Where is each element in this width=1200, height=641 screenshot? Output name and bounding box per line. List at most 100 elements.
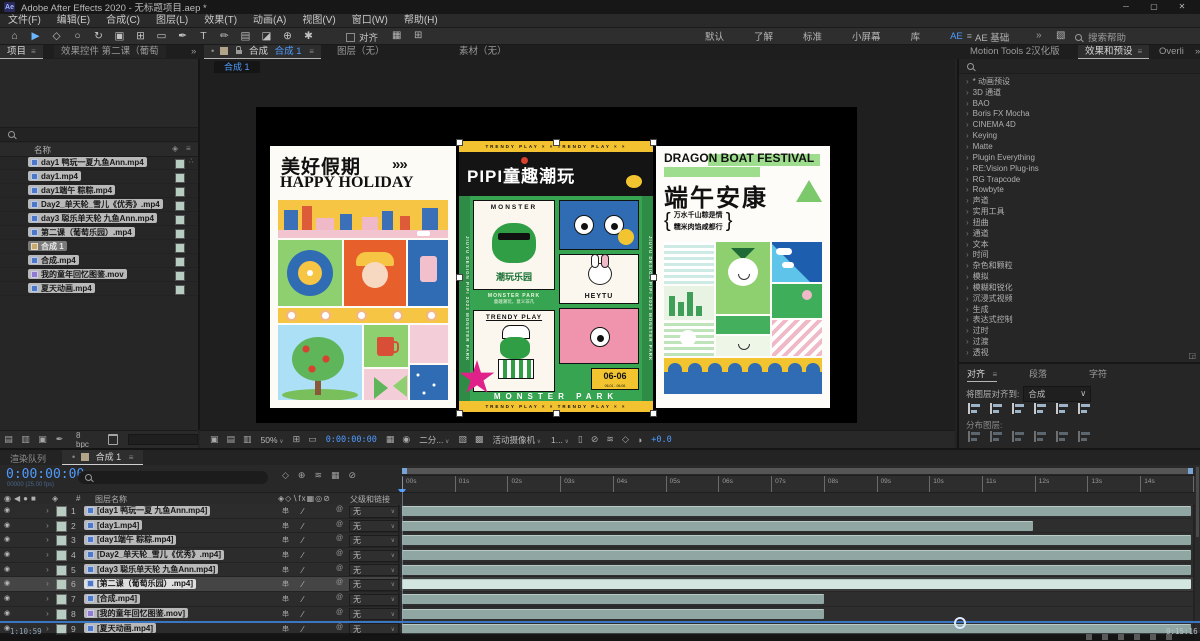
minimize-button[interactable]: ─ — [1112, 0, 1140, 14]
ruler-tick[interactable]: 09s — [877, 476, 878, 493]
tab-footage-viewer[interactable]: 素材（无） — [452, 45, 514, 58]
effects-category[interactable]: ›Boris FX Mocha — [959, 109, 1200, 120]
work-area-bar[interactable] — [402, 468, 1193, 474]
layer-row[interactable]: ◉›6[第二课（葡萄乐园）.mp4]串∕@无∨ — [0, 577, 398, 592]
workspace-库[interactable]: 库 — [896, 29, 936, 43]
menu-item[interactable]: 文件(F) — [0, 14, 49, 27]
workspace-默认[interactable]: 默认 — [690, 29, 739, 43]
effects-category[interactable]: ›CINEMA 4D — [959, 119, 1200, 130]
ruler-tick[interactable]: 12s — [1035, 476, 1036, 493]
distribute-v-center-button[interactable] — [990, 431, 1003, 442]
stamp-tool-icon[interactable]: ▤ — [235, 30, 256, 42]
pixel-aspect-icon[interactable]: ▯ — [578, 434, 583, 445]
blend-switch-icon[interactable]: 串 — [282, 624, 289, 634]
timeline-search[interactable] — [78, 471, 268, 484]
interpret-footage-icon[interactable]: ▤ — [0, 434, 17, 445]
home-icon[interactable]: ⌂ — [4, 30, 25, 42]
pickwhip-icon[interactable]: @ — [336, 594, 343, 601]
effects-category[interactable]: ›模拟 — [959, 271, 1200, 282]
eye-icon[interactable]: ◉ — [4, 565, 10, 573]
distribute-left-button[interactable] — [1034, 431, 1047, 442]
effects-category[interactable]: ›声道 — [959, 195, 1200, 206]
pickwhip-icon[interactable]: @ — [336, 550, 343, 557]
layer-name[interactable]: [Day2_单天轮_雪儿《优秀》.mp4] — [84, 550, 224, 560]
mask-toggle-icon[interactable]: ▭ — [308, 434, 317, 445]
parent-dropdown[interactable]: 无∨ — [349, 564, 399, 576]
pickwhip-icon[interactable]: @ — [336, 506, 343, 513]
ruler-tick[interactable]: 01s — [455, 476, 456, 493]
menu-item[interactable]: 效果(T) — [196, 14, 245, 27]
blend-switch-icon[interactable]: 串 — [282, 535, 289, 545]
comp-subtab[interactable]: 合成 1 — [214, 61, 260, 73]
camera-tool-icon[interactable]: ▣ — [109, 30, 130, 42]
index-column-header[interactable]: # — [76, 494, 80, 503]
snapshot-icon[interactable]: ▦ — [386, 434, 395, 445]
layer-duration-bar[interactable] — [402, 565, 1191, 575]
draft-3d-icon[interactable]: ⊕ — [298, 470, 306, 481]
effects-category[interactable]: ›表达式控制 — [959, 315, 1200, 326]
fast-preview-icon[interactable]: ⊘ — [591, 434, 599, 445]
poster-pipi-trendy-play[interactable]: TRENDY PLAY × × TRENDY PLAY × × PIPI童趣潮玩… — [459, 141, 653, 412]
label-color-chip[interactable] — [175, 285, 185, 295]
flowchart-icon[interactable]: ◇ — [622, 434, 629, 445]
ruler-tick[interactable]: 05s — [666, 476, 667, 493]
effects-category[interactable]: ›实用工具 — [959, 206, 1200, 217]
expander-icon[interactable]: › — [46, 608, 49, 618]
monitor-icon[interactable]: ▤ — [227, 434, 236, 445]
menu-item[interactable]: 图层(L) — [148, 14, 196, 27]
menu-item[interactable]: 视图(V) — [294, 14, 343, 27]
snap-checkbox-icon[interactable] — [346, 33, 355, 42]
tab-overlord[interactable]: Overli — [1152, 45, 1191, 58]
project-item[interactable]: day1.mp4 — [0, 170, 198, 184]
project-item[interactable]: day1端午 粽粽.mp4 — [0, 184, 198, 198]
layer-bar-row[interactable] — [400, 548, 1193, 563]
distribute-h-center-button[interactable] — [1056, 431, 1069, 442]
project-item[interactable]: 第二课（葡萄乐园）.mp4 — [0, 226, 198, 240]
ruler-tick[interactable]: 07s — [771, 476, 772, 493]
effects-category[interactable]: ›过渡 — [959, 336, 1200, 347]
project-search[interactable] — [0, 128, 198, 142]
layer-row[interactable]: ◉›7[合成.mp4]串∕@无∨ — [0, 592, 398, 607]
panel-grip-icon[interactable]: ◲ — [1188, 351, 1196, 360]
view-menu-value[interactable]: 活动摄像机 ∨ — [492, 434, 541, 446]
menu-item[interactable]: 窗口(W) — [344, 14, 396, 27]
layer-bar-row[interactable] — [400, 519, 1193, 534]
grid-icon[interactable]: ▦ — [392, 30, 401, 41]
effects-category[interactable]: ›3D 通道 — [959, 87, 1200, 98]
label-color-chip[interactable] — [175, 243, 185, 253]
ruler-tick[interactable]: 08s — [824, 476, 825, 493]
layer-color-chip[interactable] — [56, 579, 67, 590]
workspace-ae-basics[interactable]: AE 基础 — [975, 30, 1009, 44]
project-item[interactable]: 夏天动画.mp4 — [0, 282, 198, 296]
layer-color-chip[interactable] — [56, 594, 67, 605]
text-tool-icon[interactable]: T — [193, 30, 214, 42]
layer-bar-row[interactable] — [400, 563, 1193, 578]
effects-search[interactable] — [959, 59, 1200, 74]
project-item[interactable]: Day2_单天轮_雪儿《优秀》.mp4 — [0, 198, 198, 212]
frame-blend-icon[interactable]: ▦ — [331, 470, 340, 481]
tab-effect-controls[interactable]: 效果控件 第二课（葡萄 — [54, 45, 166, 58]
more-tabs-icon[interactable]: » — [1188, 45, 1200, 58]
parent-dropdown[interactable]: 无∨ — [349, 550, 399, 562]
layer-bar-row[interactable] — [400, 577, 1193, 592]
resolution-value[interactable]: 二分... ∨ — [419, 434, 449, 446]
expander-icon[interactable]: › — [46, 578, 49, 588]
layer-color-chip[interactable] — [56, 565, 67, 576]
tab-paragraph[interactable]: 段落 — [1029, 367, 1047, 380]
distribute-right-button[interactable] — [1078, 431, 1091, 442]
tab-render-queue[interactable]: 渲染队列 — [10, 452, 46, 465]
parent-dropdown[interactable]: 无∨ — [349, 535, 399, 547]
quality-switch-icon[interactable]: ∕ — [302, 624, 303, 634]
effects-category[interactable]: ›生成 — [959, 304, 1200, 315]
rotate-tool-icon[interactable]: ↻ — [88, 30, 109, 42]
project-settings-icon[interactable]: ✒ — [51, 434, 68, 445]
layer-duration-bar[interactable] — [402, 521, 1033, 531]
pickwhip-icon[interactable]: @ — [336, 565, 343, 572]
tab-timeline-comp[interactable]: • 合成 1 ≡ — [62, 450, 143, 465]
effects-category[interactable]: ›BAO — [959, 98, 1200, 109]
tab-motion-tools[interactable]: Motion Tools 2汉化版 — [963, 45, 1067, 58]
pickwhip-icon[interactable]: @ — [336, 535, 343, 542]
snap-toggle[interactable]: 对齐 — [346, 30, 378, 44]
panel-menu-icon[interactable]: ≡ — [993, 370, 998, 379]
workspace-标准[interactable]: 标准 — [788, 29, 837, 43]
